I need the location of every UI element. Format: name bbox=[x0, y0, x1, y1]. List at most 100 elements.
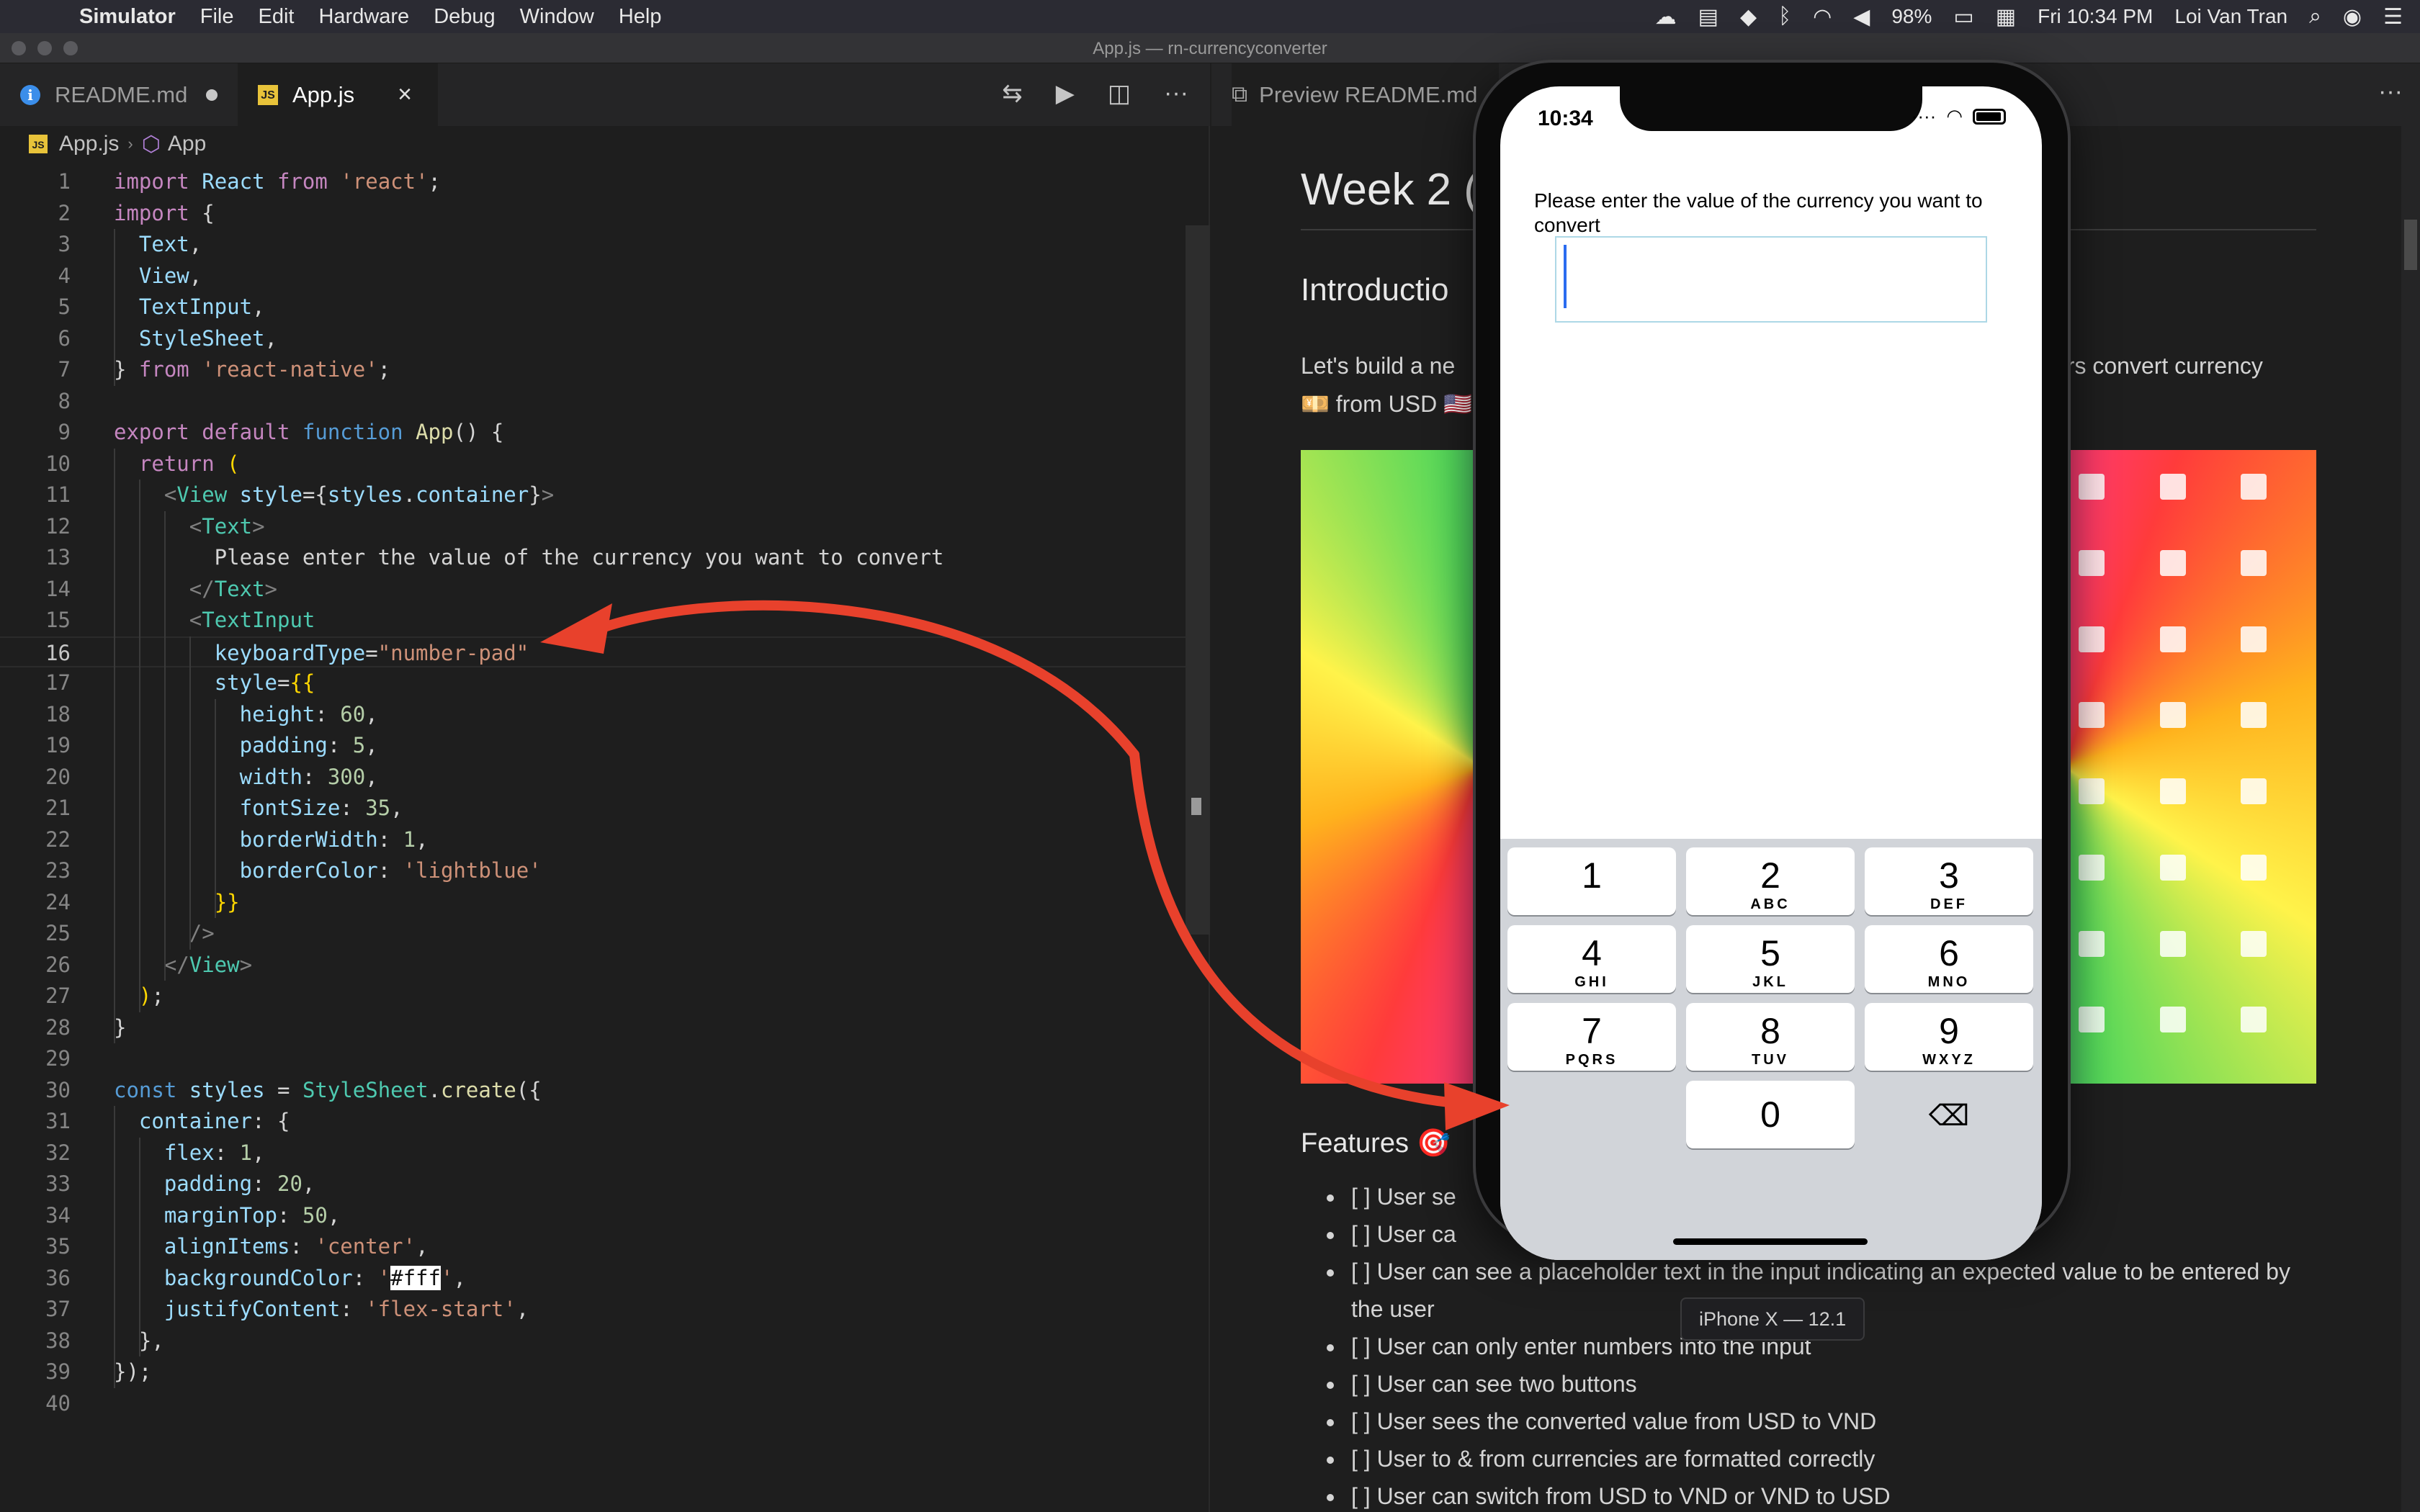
line-number[interactable]: 19 bbox=[0, 730, 71, 761]
line-number[interactable]: 15 bbox=[0, 605, 71, 636]
code-line[interactable]: 25 /> bbox=[0, 918, 1196, 949]
line-number[interactable]: 6 bbox=[0, 323, 71, 354]
line-number[interactable]: 12 bbox=[0, 511, 71, 542]
code-line[interactable]: 24 }} bbox=[0, 887, 1196, 918]
line-number[interactable]: 27 bbox=[0, 981, 71, 1012]
close-icon[interactable]: × bbox=[398, 81, 412, 109]
key-1[interactable]: 1 bbox=[1507, 847, 1676, 915]
code-line[interactable]: 39}); bbox=[0, 1356, 1196, 1387]
code-line[interactable]: 26 </View> bbox=[0, 950, 1196, 981]
menu-app-simulator[interactable]: Simulator bbox=[79, 5, 176, 29]
code-line[interactable]: 2 import { bbox=[0, 198, 1196, 229]
code-line[interactable]: 30 const styles = StyleSheet.create({ bbox=[0, 1075, 1196, 1106]
breadcrumb-symbol[interactable]: App bbox=[168, 132, 206, 156]
code-line[interactable]: 32 flex: 1, bbox=[0, 1138, 1196, 1169]
simulator-screen[interactable]: 10:34 ···· ◠ Please enter the value of t… bbox=[1500, 86, 2042, 1260]
siri-icon[interactable]: ◉ bbox=[2343, 4, 2362, 30]
line-number[interactable]: 16 bbox=[0, 638, 71, 669]
volume-icon[interactable]: ◀ bbox=[1853, 4, 1870, 30]
bluetooth-icon[interactable]: ᛒ bbox=[1778, 4, 1791, 29]
line-number[interactable]: 17 bbox=[0, 667, 71, 698]
line-number[interactable]: 9 bbox=[0, 417, 71, 448]
key-2[interactable]: 2 ABC bbox=[1686, 847, 1855, 915]
code-line[interactable]: 11 <View style={styles.container}> bbox=[0, 480, 1196, 510]
code-line[interactable]: 35 alignItems: 'center', bbox=[0, 1231, 1196, 1262]
line-number[interactable]: 14 bbox=[0, 574, 71, 605]
code-line[interactable]: 12 <Text> bbox=[0, 511, 1196, 542]
tab-app-js[interactable]: JS App.js × bbox=[238, 63, 438, 126]
docker-icon[interactable]: ▤ bbox=[1698, 4, 1718, 30]
backspace-key[interactable]: ⌫ bbox=[1865, 1081, 2033, 1148]
code-line[interactable]: 19 padding: 5, bbox=[0, 730, 1196, 761]
open-changes-icon[interactable]: ⇆ bbox=[1002, 79, 1023, 108]
line-number[interactable]: 24 bbox=[0, 887, 71, 918]
code-line[interactable]: 23 borderColor: 'lightblue' bbox=[0, 855, 1196, 886]
code-line[interactable]: 18 height: 60, bbox=[0, 699, 1196, 730]
line-number[interactable]: 2 bbox=[0, 198, 71, 229]
code-line[interactable]: 9 export default function App() { bbox=[0, 417, 1196, 448]
key-7[interactable]: 7 PQRS bbox=[1507, 1003, 1676, 1071]
tab-readme[interactable]: i README.md bbox=[0, 63, 238, 126]
code-line[interactable]: 7} from 'react-native'; bbox=[0, 354, 1196, 385]
evernote-icon[interactable]: ◆ bbox=[1740, 4, 1757, 30]
code-area[interactable]: 1 import React from 'react'; 2 import {3 Te… bbox=[0, 166, 1210, 1506]
code-line[interactable]: 33 padding: 20, bbox=[0, 1169, 1196, 1200]
code-line[interactable]: 34 marginTop: 50, bbox=[0, 1200, 1196, 1231]
code-line[interactable]: 4 View, bbox=[0, 261, 1196, 292]
menu-hardware[interactable]: Hardware bbox=[318, 5, 409, 29]
line-number[interactable]: 36 bbox=[0, 1263, 71, 1294]
key-5[interactable]: 5 JKL bbox=[1686, 925, 1855, 993]
code-line[interactable]: 38 }, bbox=[0, 1326, 1196, 1356]
key-4[interactable]: 4 GHI bbox=[1507, 925, 1676, 993]
code-line[interactable]: 5 TextInput, bbox=[0, 292, 1196, 323]
more-actions-icon[interactable]: ··· bbox=[1164, 79, 1188, 108]
code-line[interactable]: 15 <TextInput bbox=[0, 605, 1196, 636]
notification-center-icon[interactable]: ☰ bbox=[2383, 4, 2403, 30]
line-number[interactable]: 13 bbox=[0, 542, 71, 573]
menubar-user[interactable]: Loi Van Tran bbox=[2174, 5, 2287, 28]
run-icon[interactable]: ▶ bbox=[1056, 79, 1075, 108]
key-6[interactable]: 6 MNO bbox=[1865, 925, 2033, 993]
line-number[interactable]: 37 bbox=[0, 1294, 71, 1325]
code-line[interactable]: 6 StyleSheet, bbox=[0, 323, 1196, 354]
more-actions-icon[interactable]: ··· bbox=[2378, 78, 2403, 106]
line-number[interactable]: 26 bbox=[0, 950, 71, 981]
line-number[interactable]: 31 bbox=[0, 1106, 71, 1137]
line-number[interactable]: 33 bbox=[0, 1169, 71, 1200]
menu-debug[interactable]: Debug bbox=[434, 5, 495, 29]
code-line[interactable]: 1 import React from 'react'; bbox=[0, 166, 1196, 197]
code-line[interactable]: 21 fontSize: 35, bbox=[0, 793, 1196, 824]
key-9[interactable]: 9 WXYZ bbox=[1865, 1003, 2033, 1071]
code-line[interactable]: 29 bbox=[0, 1043, 1196, 1074]
menu-window[interactable]: Window bbox=[520, 5, 594, 29]
line-number[interactable]: 25 bbox=[0, 918, 71, 949]
line-number[interactable]: 1 bbox=[0, 166, 71, 197]
line-number[interactable]: 23 bbox=[0, 855, 71, 886]
line-number[interactable]: 29 bbox=[0, 1043, 71, 1074]
battery-charging-icon[interactable]: ▭ bbox=[1953, 4, 1973, 30]
line-number[interactable]: 3 bbox=[0, 229, 71, 260]
line-number[interactable]: 4 bbox=[0, 261, 71, 292]
editor-scrollbar[interactable] bbox=[1186, 225, 1210, 935]
code-line[interactable]: 8 bbox=[0, 386, 1196, 417]
menu-file[interactable]: File bbox=[200, 5, 234, 29]
line-number[interactable]: 40 bbox=[0, 1388, 71, 1419]
code-line[interactable]: 20 width: 300, bbox=[0, 762, 1196, 793]
line-number[interactable]: 8 bbox=[0, 386, 71, 417]
menu-edit[interactable]: Edit bbox=[258, 5, 294, 29]
creative-cloud-icon[interactable]: ☁ bbox=[1655, 4, 1677, 30]
code-line[interactable]: 17 style={{ bbox=[0, 667, 1196, 698]
line-number[interactable]: 22 bbox=[0, 824, 71, 855]
code-line[interactable]: 28} bbox=[0, 1012, 1196, 1043]
line-number[interactable]: 11 bbox=[0, 480, 71, 510]
currency-amount-input[interactable] bbox=[1555, 236, 1987, 323]
split-editor-icon[interactable]: ◫ bbox=[1108, 79, 1131, 108]
code-line[interactable]: 16 keyboardType="number-pad" bbox=[0, 636, 1196, 667]
breadcrumb-file[interactable]: App.js bbox=[59, 132, 119, 156]
line-number[interactable]: 35 bbox=[0, 1231, 71, 1262]
code-line[interactable]: 3 Text, bbox=[0, 229, 1196, 260]
line-number[interactable]: 21 bbox=[0, 793, 71, 824]
home-indicator[interactable] bbox=[1673, 1238, 1868, 1245]
code-line[interactable]: 27 ); bbox=[0, 981, 1196, 1012]
tab-preview-readme[interactable]: ⧉ Preview README.md bbox=[1232, 63, 1500, 126]
